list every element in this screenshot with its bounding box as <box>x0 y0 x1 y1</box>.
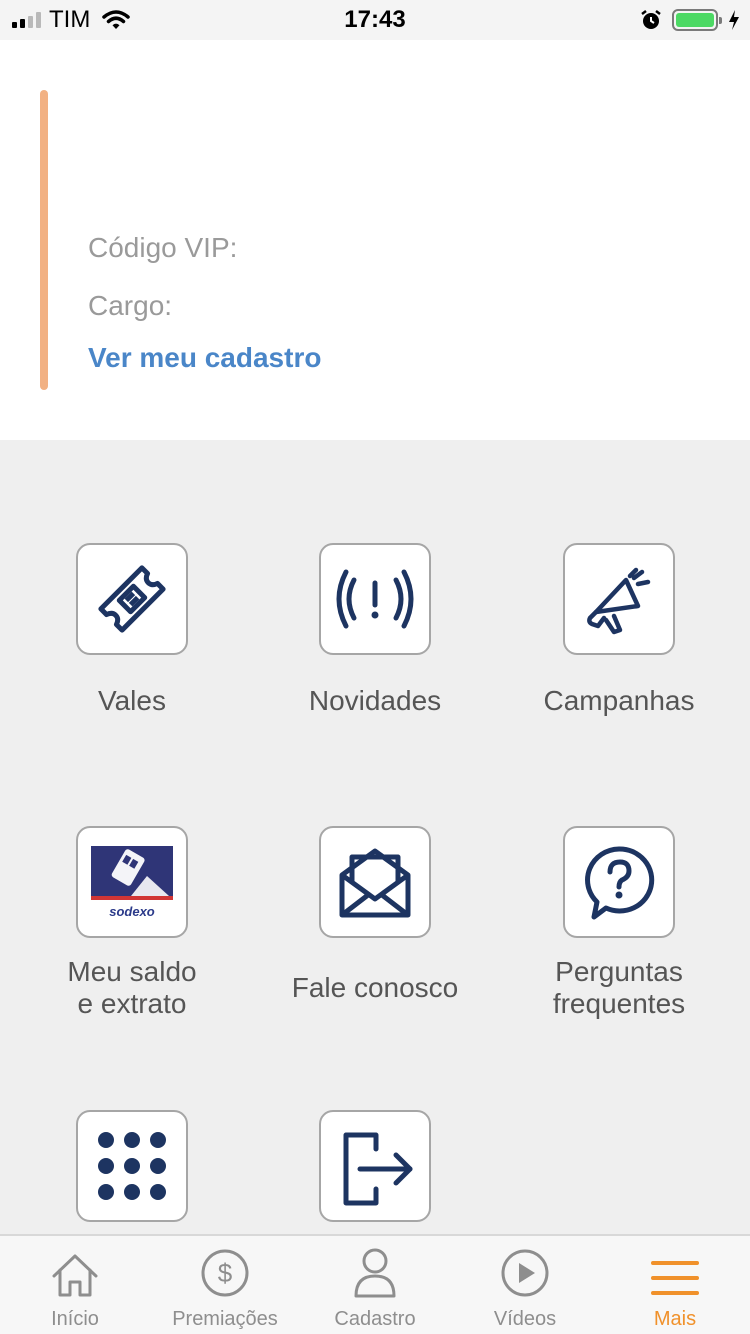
tab-cadastro[interactable]: Cadastro <box>300 1236 450 1334</box>
menu-item-campanhas[interactable]: Campanhas <box>497 543 741 717</box>
tab-inicio[interactable]: Início <box>0 1236 150 1334</box>
sodexo-logo: sodexo <box>91 845 173 919</box>
menu-item-label: Campanhas <box>543 685 695 716</box>
alarm-icon <box>641 10 661 29</box>
sodexo-stripe <box>91 895 173 900</box>
menu-item-label: Perguntas frequentes <box>552 956 686 1019</box>
cargo-label: Cargo: <box>88 290 173 321</box>
tab-label: Início <box>51 1308 99 1330</box>
tab-label: Cadastro <box>334 1308 416 1330</box>
menu-item-icon-box <box>319 1110 431 1222</box>
status-right <box>640 6 740 34</box>
tab-videos[interactable]: Vídeos <box>450 1236 600 1334</box>
menu-item-icon-box <box>76 543 188 655</box>
menu-item-label: Novidades <box>308 685 442 716</box>
profile-card: Código VIP: Cargo: Ver meu cadastro <box>0 40 750 440</box>
tab-premiacoes[interactable]: $ Premiações <box>150 1236 300 1334</box>
ticket-icon <box>98 565 166 633</box>
menu-item-icon-box <box>319 543 431 655</box>
envelope-icon <box>339 848 411 918</box>
menu-item-novidades[interactable]: Novidades <box>253 543 497 717</box>
megaphone-icon <box>587 567 651 635</box>
battery-level <box>676 13 714 27</box>
menu-item-label: Meu saldo e extrato <box>67 956 197 1019</box>
svg-text:$: $ <box>218 1258 233 1288</box>
sodexo-wordmark: sodexo <box>109 903 155 919</box>
dollar-icon: $ <box>201 1249 249 1297</box>
profile-accent-bar <box>40 90 48 390</box>
play-icon <box>501 1249 549 1297</box>
menu-item-icon-box <box>563 543 675 655</box>
menu-item-vales[interactable]: Vales <box>10 543 254 717</box>
menu-item-icon-box <box>76 1110 188 1222</box>
charging-icon <box>729 10 739 30</box>
menu-item-fale-conosco[interactable]: Fale conosco <box>253 826 497 1004</box>
user-icon <box>354 1248 396 1298</box>
battery-icon <box>672 9 722 31</box>
tab-label: Vídeos <box>493 1308 557 1330</box>
menu-item-label: Fale conosco <box>291 972 459 1003</box>
logout-icon <box>343 1132 413 1206</box>
tab-mais[interactable]: Mais <box>600 1236 750 1334</box>
vip-code-label: Código VIP: <box>88 232 238 263</box>
menu-item-perguntas[interactable]: Perguntas frequentes <box>497 826 741 1020</box>
view-profile-link[interactable]: Ver meu cadastro <box>88 342 321 374</box>
menu-item-icon-box <box>319 826 431 938</box>
alert-icon <box>336 569 414 629</box>
tab-label: Premiações <box>172 1308 278 1330</box>
menu-item-icon-box: sodexo <box>76 826 188 938</box>
apps-grid-icon <box>98 1132 166 1200</box>
question-icon <box>585 846 655 920</box>
menu-icon <box>651 1261 699 1295</box>
tab-bar: Início $ Premiações Cadastro Vídeos Mais <box>0 1234 750 1334</box>
menu-item-icon-box <box>563 826 675 938</box>
clock: 17:43 <box>344 6 406 33</box>
home-icon <box>52 1254 98 1297</box>
menu-item-logout[interactable] <box>253 1110 497 1222</box>
menu-item-label: Vales <box>98 685 166 716</box>
sodexo-card-photo <box>91 845 173 896</box>
status-bar: TIM 17:43 <box>0 0 750 40</box>
menu-item-saldo-extrato[interactable]: sodexo Meu saldo e extrato <box>10 826 254 1020</box>
tab-label: Mais <box>653 1308 697 1330</box>
menu-item-apps[interactable] <box>10 1110 254 1222</box>
